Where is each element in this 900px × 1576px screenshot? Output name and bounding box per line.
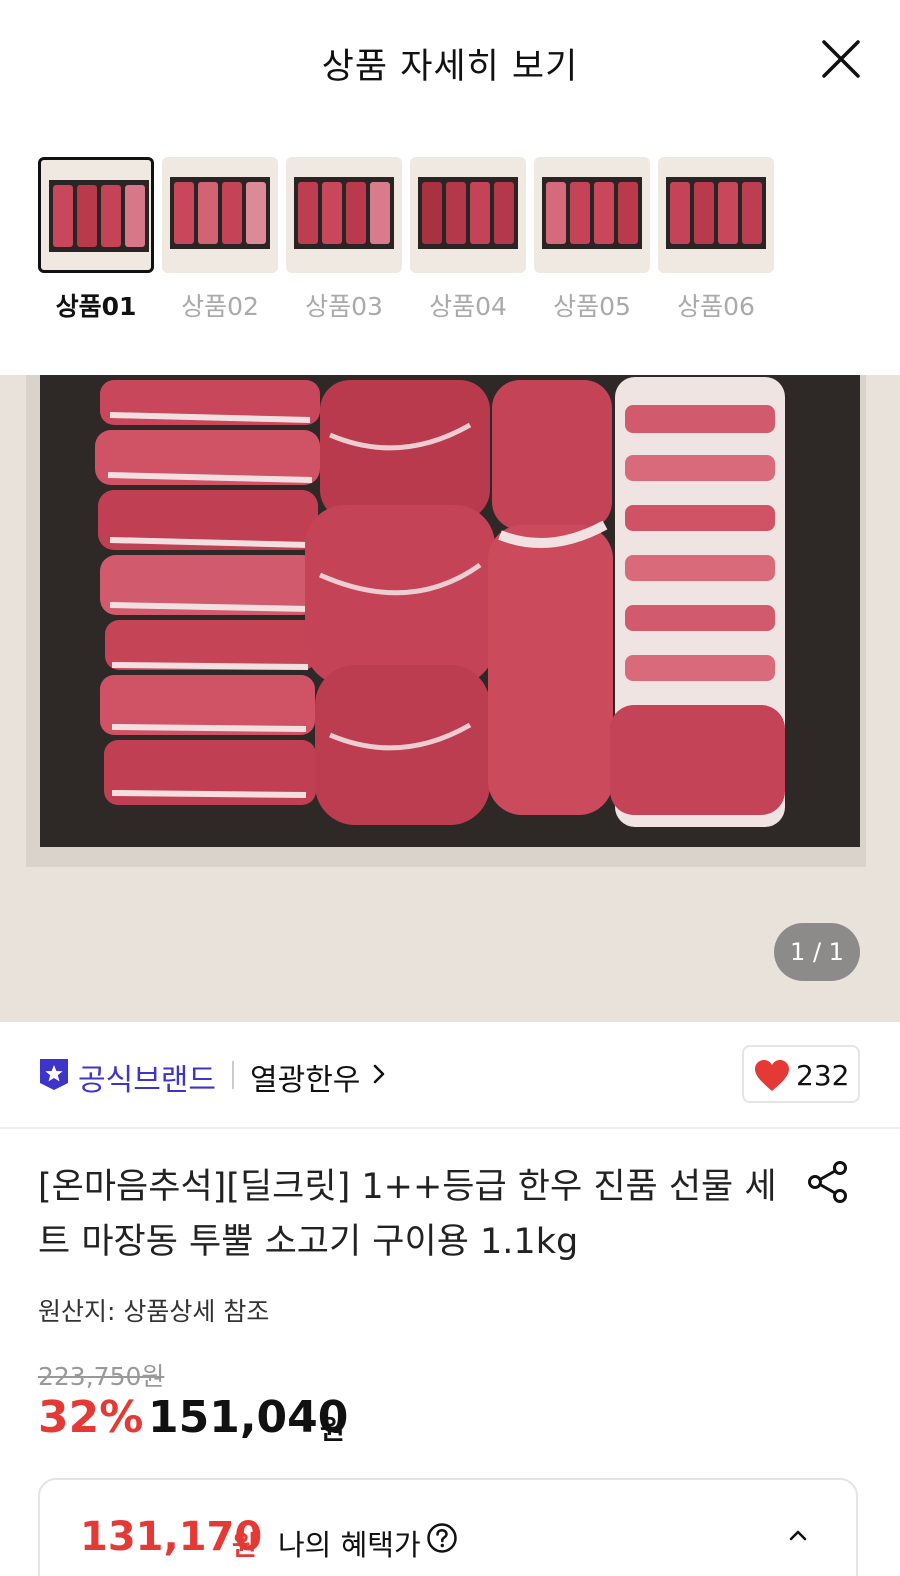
sale-price: 151,040 [148,1392,349,1443]
thumbnail-image [38,157,154,273]
benefit-price-unit: 원 [232,1531,257,1562]
thumbnail-item-02[interactable]: 상품02 [162,157,278,321]
benefit-label: 나의 혜택가 [278,1528,421,1562]
thumbnail-list: 상품01 상품02 상품03 상품04 상품05 상품06 [38,157,798,337]
thumbnail-label: 상품04 [429,292,507,321]
thumbnail-item-03[interactable]: 상품03 [286,157,402,321]
page-title: 상품 자세히 보기 [321,47,579,87]
brand-name-link[interactable]: 열광한우 [250,1055,360,1099]
origin-info: 원산지: 상품상세 참조 [38,1297,270,1326]
star-badge-icon [40,1059,68,1090]
close-icon [822,40,860,78]
thumbnail-image [410,157,526,273]
share-icon[interactable] [806,1160,850,1204]
original-price: 223,750원 [38,1362,165,1391]
heart-icon [755,1060,789,1091]
thumbnail-image [658,157,774,273]
thumbnail-label: 상품03 [305,292,383,321]
thumbnail-label: 상품02 [181,292,259,321]
question-circle-icon[interactable] [426,1522,458,1554]
my-benefit-price-panel[interactable]: 131,170 원 나의 혜택가 [38,1478,858,1576]
official-brand-label: 공식브랜드 [78,1063,216,1098]
thumbnail-label: 상품05 [553,292,631,321]
chevron-up-icon[interactable] [788,1528,808,1542]
header: 상품 자세히 보기 [0,0,900,120]
like-count: 232 [796,1059,850,1092]
close-button[interactable] [820,38,862,80]
product-photo [0,375,900,1022]
discount-rate: 32% [38,1392,144,1443]
thumbnail-item-01[interactable]: 상품01 [38,157,154,321]
thumbnail-image [534,157,650,273]
thumbnail-item-06[interactable]: 상품06 [658,157,774,321]
brand-row: 공식브랜드 열광한우 232 [38,1045,862,1105]
sale-price-unit: 원 [320,1415,345,1446]
section-divider [0,1127,900,1129]
divider [232,1061,234,1089]
thumbnail-image [162,157,278,273]
thumbnail-image [286,157,402,273]
thumbnail-item-05[interactable]: 상품05 [534,157,650,321]
chevron-right-icon [373,1064,385,1084]
image-page-counter: 1 / 1 [774,923,860,981]
thumbnail-label: 상품01 [55,292,137,321]
product-title: [온마음추석][딜크릿] 1++등급 한우 진품 선물 세트 마장동 투뿔 소고… [38,1167,777,1262]
thumbnail-item-04[interactable]: 상품04 [410,157,526,321]
like-button[interactable]: 232 [742,1045,860,1103]
thumbnail-label: 상품06 [677,292,755,321]
product-hero-image: 1 / 1 [0,375,900,1022]
